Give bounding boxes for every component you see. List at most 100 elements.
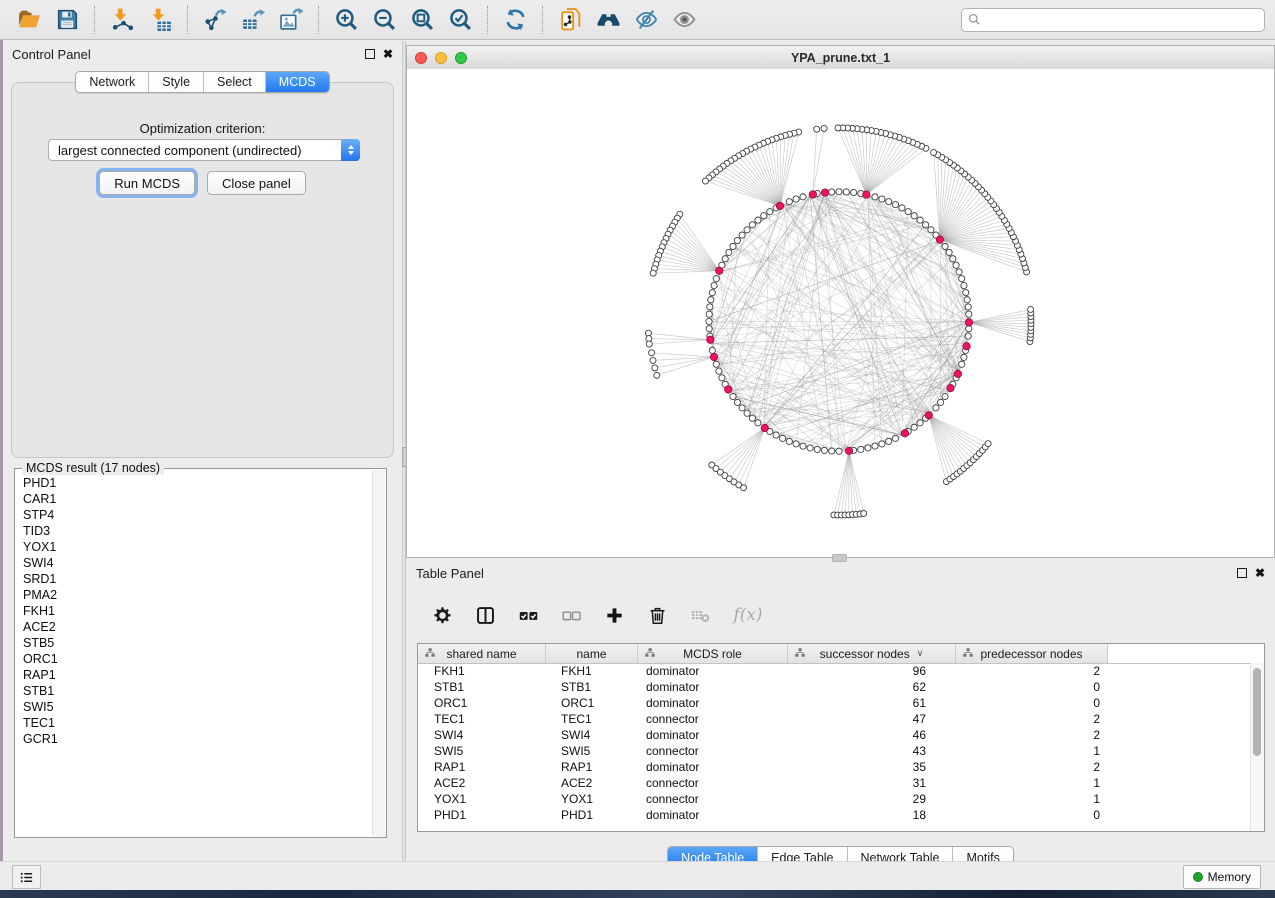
mcds-result-item[interactable]: GCR1	[23, 731, 372, 747]
cell-predecessor-nodes[interactable]: 1	[956, 792, 1108, 806]
float-table-panel-icon[interactable]	[1237, 568, 1247, 578]
mcds-result-item[interactable]: STB1	[23, 683, 372, 699]
cell-MCDS-role[interactable]: dominator	[638, 680, 788, 694]
memory-button[interactable]: Memory	[1183, 865, 1261, 889]
mcds-result-item[interactable]: SWI5	[23, 699, 372, 715]
show-all-button[interactable]	[668, 4, 700, 36]
import-table-button[interactable]	[144, 4, 176, 36]
cell-shared-name[interactable]: TEC1	[418, 712, 546, 726]
cell-name[interactable]: FKH1	[546, 664, 638, 678]
cell-name[interactable]: YOX1	[546, 792, 638, 806]
table-row-TEC1[interactable]: TEC1TEC1connector472	[418, 711, 1251, 727]
column-header-name[interactable]: name	[546, 644, 638, 663]
mcds-result-item[interactable]: SWI4	[23, 555, 372, 571]
float-panel-icon[interactable]	[365, 49, 375, 59]
select-all-button[interactable]	[516, 603, 540, 627]
cell-MCDS-role[interactable]: dominator	[638, 808, 788, 822]
table-row-YOX1[interactable]: YOX1YOX1connector291	[418, 791, 1251, 807]
export-image-button[interactable]	[275, 4, 307, 36]
cell-shared-name[interactable]: STB1	[418, 680, 546, 694]
network-window-titlebar[interactable]: YPA_prune.txt_1	[407, 46, 1274, 70]
cell-shared-name[interactable]: SWI4	[418, 728, 546, 742]
cell-name[interactable]: STB1	[546, 680, 638, 694]
zoom-out-button[interactable]	[368, 4, 400, 36]
cell-successor-nodes[interactable]: 31	[788, 776, 956, 790]
mcds-result-item[interactable]: YOX1	[23, 539, 372, 555]
network-canvas[interactable]	[407, 69, 1274, 557]
cell-MCDS-role[interactable]: dominator	[638, 728, 788, 742]
tab-select[interactable]: Select	[204, 72, 266, 92]
cell-predecessor-nodes[interactable]: 1	[956, 776, 1108, 790]
close-table-panel-icon[interactable]: ✖	[1255, 568, 1265, 578]
cell-name[interactable]: ORC1	[546, 696, 638, 710]
cell-MCDS-role[interactable]: dominator	[638, 664, 788, 678]
cell-shared-name[interactable]: ORC1	[418, 696, 546, 710]
result-list-scrollbar[interactable]	[372, 470, 385, 836]
run-mcds-button[interactable]: Run MCDS	[99, 171, 195, 195]
mcds-result-item[interactable]: STP4	[23, 507, 372, 523]
zoom-fit-button[interactable]	[406, 4, 438, 36]
cell-successor-nodes[interactable]: 47	[788, 712, 956, 726]
mcds-result-item[interactable]: RAP1	[23, 667, 372, 683]
table-row-ORC1[interactable]: ORC1ORC1dominator610	[418, 695, 1251, 711]
cell-shared-name[interactable]: RAP1	[418, 760, 546, 774]
mcds-result-item[interactable]: FKH1	[23, 603, 372, 619]
cell-shared-name[interactable]: FKH1	[418, 664, 546, 678]
cell-MCDS-role[interactable]: dominator	[638, 696, 788, 710]
cell-successor-nodes[interactable]: 61	[788, 696, 956, 710]
mcds-result-item[interactable]: ACE2	[23, 619, 372, 635]
cell-shared-name[interactable]: YOX1	[418, 792, 546, 806]
cell-successor-nodes[interactable]: 46	[788, 728, 956, 742]
find-button[interactable]	[592, 4, 624, 36]
cell-predecessor-nodes[interactable]: 0	[956, 696, 1108, 710]
table-scrollbar[interactable]	[1250, 663, 1264, 831]
deselect-all-button[interactable]	[559, 603, 583, 627]
refresh-view-button[interactable]	[499, 4, 531, 36]
column-header-predecessor-nodes[interactable]: predecessor nodes	[956, 644, 1108, 663]
mcds-result-item[interactable]: TID3	[23, 523, 372, 539]
mcds-result-item[interactable]: CAR1	[23, 491, 372, 507]
cell-predecessor-nodes[interactable]: 2	[956, 712, 1108, 726]
tab-network[interactable]: Network	[76, 72, 149, 92]
cell-shared-name[interactable]: PHD1	[418, 808, 546, 822]
close-panel-icon[interactable]: ✖	[383, 49, 393, 59]
close-panel-button[interactable]: Close panel	[207, 171, 306, 195]
save-session-button[interactable]	[51, 4, 83, 36]
cell-predecessor-nodes[interactable]: 0	[956, 680, 1108, 694]
cell-name[interactable]: SWI5	[546, 744, 638, 758]
cell-successor-nodes[interactable]: 29	[788, 792, 956, 806]
optimization-criterion-select[interactable]: largest connected component (undirected)	[48, 139, 360, 161]
cell-MCDS-role[interactable]: connector	[638, 712, 788, 726]
panel-menu-button[interactable]	[12, 865, 41, 889]
table-row-STB1[interactable]: STB1STB1dominator620	[418, 679, 1251, 695]
show-columns-button[interactable]	[473, 603, 497, 627]
cell-name[interactable]: PHD1	[546, 808, 638, 822]
search-input[interactable]	[982, 10, 1259, 30]
table-row-FKH1[interactable]: FKH1FKH1dominator962	[418, 663, 1251, 679]
hide-selected-button[interactable]	[630, 4, 662, 36]
cell-shared-name[interactable]: ACE2	[418, 776, 546, 790]
cell-name[interactable]: ACE2	[546, 776, 638, 790]
import-network-button[interactable]	[106, 4, 138, 36]
table-row-SWI5[interactable]: SWI5SWI5connector431	[418, 743, 1251, 759]
cell-successor-nodes[interactable]: 96	[788, 664, 956, 678]
column-header-shared-name[interactable]: shared name	[418, 644, 546, 663]
mcds-result-item[interactable]: SRD1	[23, 571, 372, 587]
zoom-in-button[interactable]	[330, 4, 362, 36]
mcds-result-item[interactable]: PHD1	[23, 475, 372, 491]
cell-MCDS-role[interactable]: dominator	[638, 760, 788, 774]
open-file-button[interactable]	[13, 4, 45, 36]
delete-selected-button[interactable]	[645, 603, 669, 627]
tab-mcds[interactable]: MCDS	[266, 72, 329, 92]
tab-style[interactable]: Style	[149, 72, 204, 92]
cell-successor-nodes[interactable]: 43	[788, 744, 956, 758]
search-box[interactable]	[961, 8, 1265, 32]
table-row-SWI4[interactable]: SWI4SWI4dominator462	[418, 727, 1251, 743]
share-network-button[interactable]	[554, 4, 586, 36]
mcds-result-item[interactable]: STB5	[23, 635, 372, 651]
add-row-button[interactable]	[602, 603, 626, 627]
cell-MCDS-role[interactable]: connector	[638, 744, 788, 758]
cell-successor-nodes[interactable]: 62	[788, 680, 956, 694]
mcds-result-item[interactable]: ORC1	[23, 651, 372, 667]
table-row-ACE2[interactable]: ACE2ACE2connector311	[418, 775, 1251, 791]
